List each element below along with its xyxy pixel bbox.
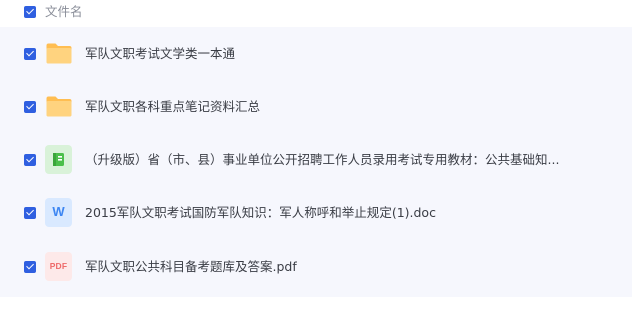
row-checkbox[interactable] [24, 101, 36, 113]
file-list-header: 文件名 [0, 0, 632, 27]
file-row[interactable]: W 2015军队文职考试国防军队知识：军人称呼和举止规定(1).doc [0, 193, 632, 233]
folder-icon [46, 96, 72, 117]
file-name[interactable]: 2015军队文职考试国防军队知识：军人称呼和举止规定(1).doc [85, 205, 436, 221]
word-doc-icon: W [45, 198, 72, 227]
row-checkbox[interactable] [24, 48, 36, 60]
select-all-checkbox[interactable] [24, 6, 36, 18]
book-icon [45, 145, 72, 174]
file-name[interactable]: 军队文职考试文学类一本通 [85, 46, 235, 62]
file-name[interactable]: 军队文职各科重点笔记资料汇总 [85, 99, 260, 115]
file-row[interactable]: PDF 军队文职公共科目备考题库及答案.pdf [0, 247, 632, 287]
column-header-filename[interactable]: 文件名 [45, 4, 83, 20]
file-list-panel: 文件名 军队文职考试文学类一本通 军队文职各科重点笔记资料汇总 （升级版）省（市… [0, 0, 632, 317]
folder-icon [46, 43, 72, 64]
file-list: 军队文职考试文学类一本通 军队文职各科重点笔记资料汇总 （升级版）省（市、县）事… [0, 27, 632, 297]
pdf-icon: PDF [45, 252, 72, 281]
list-footer [0, 297, 632, 317]
file-row[interactable]: 军队文职考试文学类一本通 [0, 34, 632, 74]
file-row[interactable]: 军队文职各科重点笔记资料汇总 [0, 87, 632, 127]
row-checkbox[interactable] [24, 261, 36, 273]
row-checkbox[interactable] [24, 154, 36, 166]
file-row[interactable]: （升级版）省（市、县）事业单位公开招聘工作人员录用考试专用教材：公共基础知... [0, 140, 632, 180]
file-name[interactable]: （升级版）省（市、县）事业单位公开招聘工作人员录用考试专用教材：公共基础知... [85, 152, 559, 168]
row-checkbox[interactable] [24, 207, 36, 219]
file-name[interactable]: 军队文职公共科目备考题库及答案.pdf [85, 259, 297, 275]
